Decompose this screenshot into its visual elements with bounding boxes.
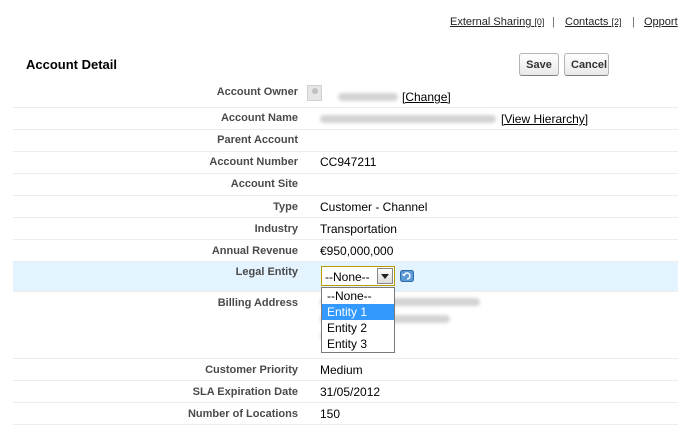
account-owner-label: Account Owner bbox=[216, 86, 298, 98]
external-sharing-label: External Sharing bbox=[450, 16, 532, 28]
opportunities-link[interactable]: Opport bbox=[644, 16, 678, 28]
legal-entity-option[interactable]: Entity 2 bbox=[322, 320, 394, 336]
annual-revenue-value: €950,000,000 bbox=[320, 244, 394, 258]
row-customer-priority: Customer Priority Medium bbox=[13, 359, 678, 381]
industry-value: Transportation bbox=[320, 222, 397, 236]
customer-priority-value: Medium bbox=[320, 363, 363, 377]
account-name-label: Account Name bbox=[220, 112, 298, 124]
legal-entity-option[interactable]: Entity 3 bbox=[322, 336, 394, 352]
owner-name-redacted bbox=[338, 93, 398, 101]
account-number-label: Account Number bbox=[209, 156, 298, 168]
number-of-locations-label: Number of Locations bbox=[187, 408, 298, 420]
account-number-value: CC947211 bbox=[320, 155, 377, 169]
row-number-of-locations: Number of Locations 150 bbox=[13, 403, 678, 425]
legal-entity-selected-value: --None-- bbox=[325, 270, 370, 284]
row-industry: Industry Transportation bbox=[13, 218, 678, 240]
chevron-down-icon[interactable] bbox=[377, 268, 393, 284]
type-label: Type bbox=[273, 201, 298, 213]
sla-expiration-date-label: SLA Expiration Date bbox=[192, 386, 298, 398]
user-avatar-icon bbox=[307, 85, 322, 101]
legal-entity-dropdown: --None-- Entity 1 Entity 2 Entity 3 bbox=[321, 287, 395, 353]
save-button[interactable]: Save bbox=[519, 53, 559, 76]
account-name-redacted bbox=[320, 115, 496, 123]
account-site-label: Account Site bbox=[230, 178, 298, 190]
number-of-locations-value: 150 bbox=[320, 407, 341, 421]
type-value: Customer - Channel bbox=[320, 200, 428, 214]
link-separator: | bbox=[632, 16, 635, 28]
legal-entity-option[interactable]: Entity 1 bbox=[322, 304, 394, 320]
page-title: Account Detail bbox=[26, 57, 118, 72]
row-account-site: Account Site bbox=[13, 174, 678, 196]
sla-expiration-date-value: 31/05/2012 bbox=[320, 385, 381, 399]
row-parent-account: Parent Account bbox=[13, 130, 678, 152]
external-sharing-link[interactable]: External Sharing [0] bbox=[450, 16, 544, 28]
undo-icon[interactable] bbox=[400, 270, 414, 282]
parent-account-label: Parent Account bbox=[217, 134, 298, 146]
contacts-link[interactable]: Contacts [2] bbox=[565, 16, 622, 28]
billing-address-label: Billing Address bbox=[217, 297, 298, 309]
row-type: Type Customer - Channel bbox=[13, 196, 678, 218]
cancel-button[interactable]: Cancel bbox=[564, 53, 609, 76]
legal-entity-select[interactable]: --None-- bbox=[321, 266, 395, 286]
external-sharing-count: [0] bbox=[534, 17, 545, 27]
row-account-number: Account Number CC947211 bbox=[13, 152, 678, 174]
legal-entity-label: Legal Entity bbox=[235, 266, 298, 278]
link-separator: | bbox=[552, 16, 555, 28]
contacts-label: Contacts bbox=[565, 16, 609, 28]
related-list-links: External Sharing [0] | Contacts [2] | Op… bbox=[0, 16, 678, 30]
view-hierarchy-link[interactable]: [View Hierarchy] bbox=[501, 112, 588, 126]
customer-priority-label: Customer Priority bbox=[205, 364, 298, 376]
legal-entity-option[interactable]: --None-- bbox=[322, 288, 394, 304]
contacts-count: [2] bbox=[611, 17, 622, 27]
annual-revenue-label: Annual Revenue bbox=[211, 245, 298, 257]
industry-label: Industry bbox=[254, 223, 298, 235]
row-annual-revenue: Annual Revenue €950,000,000 bbox=[13, 240, 678, 262]
row-sla-expiration-date: SLA Expiration Date 31/05/2012 bbox=[13, 381, 678, 403]
change-owner-link[interactable]: [Change] bbox=[402, 90, 451, 104]
